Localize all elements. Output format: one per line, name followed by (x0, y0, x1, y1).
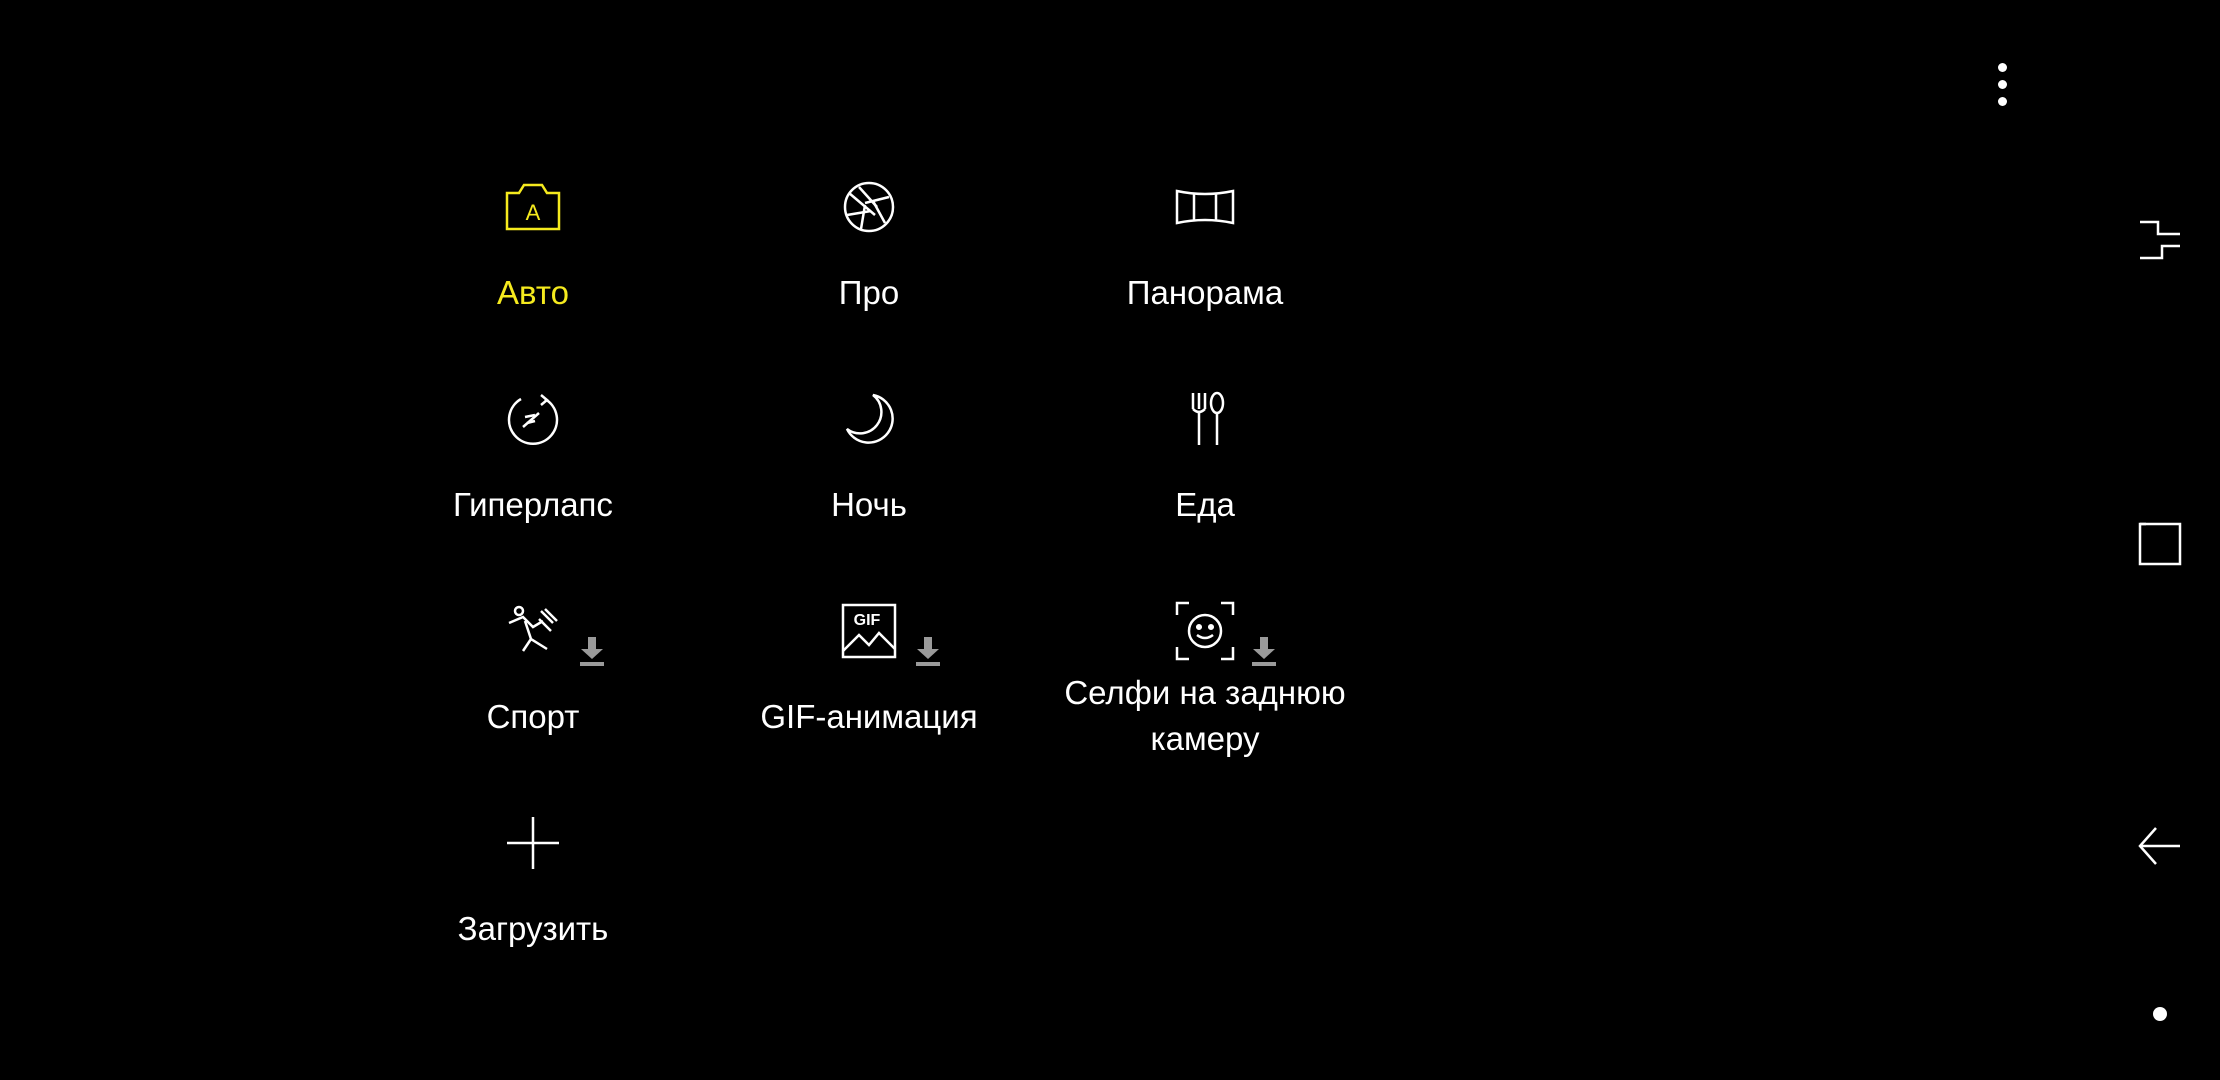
mode-sport[interactable]: Спорт (368, 576, 698, 796)
download-icon (577, 635, 607, 667)
sport-icon (501, 599, 604, 666)
recents-icon (2140, 220, 2180, 260)
mode-icon-wrap (1040, 364, 1370, 474)
download-icon (1249, 635, 1279, 667)
mode-label: Авто (497, 274, 569, 311)
mode-auto[interactable]: A Авто (368, 152, 698, 372)
mode-label: Про (838, 274, 900, 311)
mode-icon-wrap (368, 576, 698, 686)
mode-hyperlapse[interactable]: Гиперлапс (368, 364, 698, 584)
mode-icon-wrap (368, 364, 698, 474)
svg-text:GIF: GIF (854, 612, 881, 629)
mode-label: Спорт (486, 698, 580, 735)
mode-label: Ночь (831, 486, 907, 523)
svg-text:A: A (526, 200, 541, 225)
mode-label: Гиперлапс (453, 486, 613, 523)
back-icon (2138, 827, 2180, 865)
mode-icon-wrap (704, 364, 1034, 474)
panorama-icon (1173, 175, 1237, 239)
fork-spoon-icon (1173, 387, 1237, 451)
mode-icon-wrap: A (368, 152, 698, 262)
moon-icon (837, 387, 901, 451)
home-icon (2138, 522, 2182, 566)
mode-label: Загрузить (457, 910, 609, 947)
aperture-icon (837, 175, 901, 239)
more-dot (1997, 96, 2007, 106)
mode-label: Еда (1175, 486, 1235, 523)
camera-mode-screen: A Авто Про Панорама Гиперлапс Ночь Еда С… (0, 0, 2220, 1080)
hyperlapse-icon (501, 387, 565, 451)
more-options-button[interactable] (1980, 52, 2024, 116)
more-dot (1997, 79, 2007, 89)
dot-icon (2153, 1007, 2167, 1021)
mode-food[interactable]: Еда (1040, 364, 1370, 584)
mode-pro[interactable]: Про (704, 152, 1034, 372)
auto-camera-icon: A (501, 175, 565, 239)
mode-icon-wrap (368, 788, 698, 898)
mode-night[interactable]: Ночь (704, 364, 1034, 584)
recents-button[interactable] (2100, 180, 2220, 300)
status-dot (2100, 954, 2220, 1074)
back-button[interactable] (2100, 786, 2220, 906)
home-button[interactable] (2100, 484, 2220, 604)
plus-icon (501, 811, 565, 875)
mode-icon-wrap: GIF (704, 576, 1034, 686)
more-vertical-icon (1997, 62, 2007, 72)
mode-download-more[interactable]: Загрузить (368, 788, 698, 1008)
mode-label: Панорама (1126, 274, 1284, 311)
mode-icon-wrap (704, 152, 1034, 262)
download-icon (913, 635, 943, 667)
gif-icon: GIF (837, 599, 940, 666)
mode-gif[interactable]: GIF GIF-анимация (704, 576, 1034, 796)
mode-rear-selfie[interactable]: Селфи на заднюю камеру (1040, 576, 1370, 796)
mode-label: Селфи на заднюю камеру (1064, 674, 1346, 757)
face-scan-icon (1173, 599, 1276, 666)
mode-panorama[interactable]: Панорама (1040, 152, 1370, 372)
mode-icon-wrap (1040, 152, 1370, 262)
mode-label: GIF-анимация (760, 698, 978, 735)
system-navbar (2100, 0, 2220, 1080)
